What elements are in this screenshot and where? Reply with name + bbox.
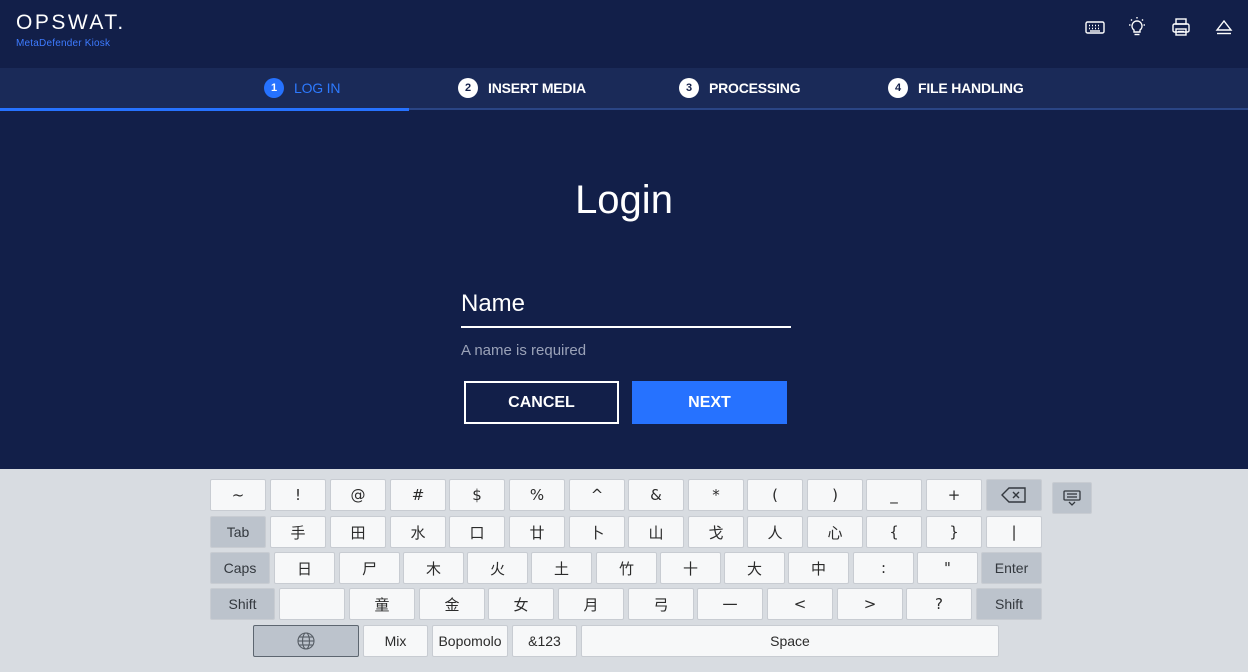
step-processing: 3 PROCESSING [679,68,801,108]
key[interactable]: 大 [724,552,785,584]
progress-stepper: 1 LOG IN 2 INSERT MEDIA 3 PROCESSING 4 F… [0,68,1248,110]
key[interactable]: 山 [628,516,684,548]
key[interactable]: 中 [788,552,849,584]
key[interactable]: ) [807,479,863,511]
key[interactable]: 女 [488,588,554,620]
key[interactable]: & [628,479,684,511]
shift-right-key[interactable]: Shift [976,588,1042,620]
shift-left-key[interactable]: Shift [210,588,275,620]
opswat-logo: OPSWAT. MetaDefender Kiosk [16,11,126,49]
key[interactable]: 一 [697,588,763,620]
step-number: 2 [458,78,478,98]
key[interactable] [279,588,345,620]
key[interactable]: ? [906,588,972,620]
key[interactable]: % [509,479,565,511]
step-label: INSERT MEDIA [488,80,586,96]
key[interactable]: 土 [531,552,592,584]
key[interactable]: : [853,552,914,584]
key[interactable]: ^ [569,479,625,511]
key[interactable]: + [926,479,982,511]
step-log-in: 1 LOG IN [264,68,340,108]
key[interactable]: 心 [807,516,863,548]
key[interactable]: 弓 [628,588,694,620]
language-key[interactable] [253,625,359,657]
step-label: LOG IN [294,80,341,96]
key[interactable]: $ [449,479,505,511]
key[interactable]: # [390,479,446,511]
app-header: OPSWAT. MetaDefender Kiosk [0,0,1248,68]
brand-name: OPSWAT. [16,11,126,34]
mix-key[interactable]: Mix [363,625,428,657]
key[interactable]: 木 [403,552,464,584]
enter-key[interactable]: Enter [981,552,1042,584]
step-label: PROCESSING [709,80,801,96]
key[interactable]: 口 [449,516,505,548]
key[interactable]: _ [866,479,922,511]
step-number: 1 [264,78,284,98]
key[interactable]: ! [270,479,326,511]
key[interactable]: > [837,588,903,620]
step-number: 3 [679,78,699,98]
next-button[interactable]: NEXT [632,381,787,424]
key[interactable]: 卜 [569,516,625,548]
key[interactable]: * [688,479,744,511]
step-label: FILE HANDLING [918,80,1024,96]
key[interactable]: 尸 [339,552,400,584]
printer-icon[interactable] [1170,16,1192,38]
active-step-indicator [0,108,409,111]
hide-keyboard-icon [1063,490,1081,506]
key[interactable]: | [986,516,1042,548]
tab-key[interactable]: Tab [210,516,266,548]
key[interactable]: 童 [349,588,415,620]
onscreen-keyboard: ~ ! @ # $ % ^ & * ( ) _ + Tab 手 田 水 口 廿 … [0,469,1248,672]
key[interactable]: ~ [210,479,266,511]
step-insert-media: 2 INSERT MEDIA [458,68,586,108]
globe-icon [297,632,315,650]
validation-hint: A name is required [461,342,587,359]
symbols-key[interactable]: &123 [512,625,577,657]
key[interactable]: " [917,552,978,584]
name-input[interactable] [461,282,791,328]
key[interactable]: 月 [558,588,624,620]
key[interactable]: 廿 [509,516,565,548]
key[interactable]: } [926,516,982,548]
cancel-button[interactable]: CANCEL [464,381,619,424]
key[interactable]: @ [330,479,386,511]
bopomolo-key[interactable]: Bopomolo [432,625,508,657]
lightbulb-icon[interactable] [1126,16,1148,38]
eject-icon[interactable] [1213,16,1235,38]
page-title: Login [575,178,673,222]
key[interactable]: 日 [274,552,335,584]
space-key[interactable]: Space [581,625,999,657]
keyboard-icon[interactable] [1084,16,1106,38]
key[interactable]: 戈 [688,516,744,548]
step-number: 4 [888,78,908,98]
backspace-key[interactable] [986,479,1042,511]
key[interactable]: 十 [660,552,721,584]
key[interactable]: 田 [330,516,386,548]
step-file-handling: 4 FILE HANDLING [888,68,1024,108]
key[interactable]: 手 [270,516,326,548]
key[interactable]: 金 [419,588,485,620]
key[interactable]: < [767,588,833,620]
backspace-icon [1001,487,1026,503]
key[interactable]: { [866,516,922,548]
key[interactable]: 人 [747,516,803,548]
caps-key[interactable]: Caps [210,552,270,584]
key[interactable]: 水 [390,516,446,548]
key[interactable]: 火 [467,552,528,584]
key[interactable]: 竹 [596,552,657,584]
hide-keyboard-key[interactable] [1052,482,1092,514]
key[interactable]: ( [747,479,803,511]
product-name: MetaDefender Kiosk [16,38,111,49]
